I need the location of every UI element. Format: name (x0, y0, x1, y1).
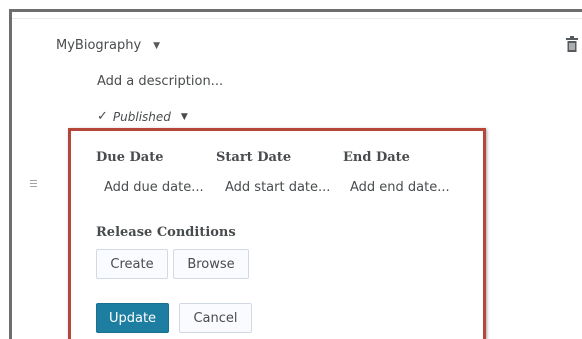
due-date-header: Due Date (96, 150, 164, 165)
check-icon: ✓ (97, 109, 108, 124)
module-title: MyBiography (56, 38, 142, 53)
cancel-button[interactable]: Cancel (179, 303, 252, 333)
browse-button[interactable]: Browse (173, 249, 249, 279)
create-button[interactable]: Create (96, 249, 168, 279)
release-conditions-label: Release Conditions (96, 225, 236, 240)
end-date-header: End Date (343, 150, 410, 165)
status-menu[interactable]: ✓ Published ▼ (97, 109, 188, 124)
divider (12, 18, 582, 19)
trash-icon[interactable] (566, 36, 578, 52)
add-due-date-link[interactable]: Add due date... (104, 180, 204, 195)
chevron-down-icon: ▼ (153, 40, 161, 51)
chevron-down-icon: ▼ (180, 111, 188, 122)
drag-handle-icon[interactable] (30, 180, 37, 189)
start-date-header: Start Date (216, 150, 292, 165)
module-title-menu[interactable]: MyBiography ▼ (56, 38, 160, 53)
add-description-link[interactable]: Add a description... (97, 74, 223, 89)
add-end-date-link[interactable]: Add end date... (350, 180, 450, 195)
update-button[interactable]: Update (96, 303, 169, 333)
add-start-date-link[interactable]: Add start date... (225, 180, 330, 195)
status-label: Published (112, 109, 171, 124)
